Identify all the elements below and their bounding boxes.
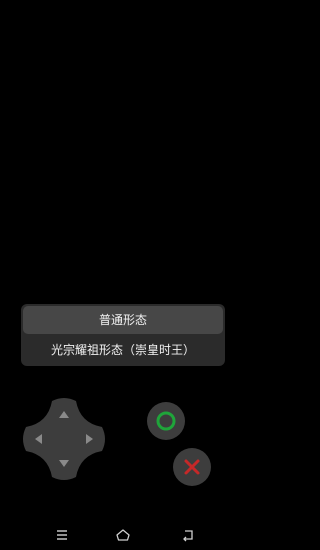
cross-button[interactable] [173, 448, 211, 486]
dpad-down-icon[interactable] [59, 460, 69, 467]
dpad[interactable] [22, 397, 106, 481]
menu-item-glory-form[interactable]: 光宗耀祖形态（崇皇时王） [21, 335, 225, 366]
dpad-right-icon[interactable] [86, 434, 93, 444]
cross-icon [184, 459, 200, 475]
nav-back-button[interactable] [180, 527, 196, 543]
circle-button[interactable] [147, 402, 185, 440]
system-nav-bar [0, 520, 246, 550]
home-icon [116, 529, 130, 541]
game-screen: 普通形态 光宗耀祖形态（崇皇时王） [0, 0, 246, 550]
circle-icon [156, 411, 176, 431]
menu-item-normal-form[interactable]: 普通形态 [23, 306, 223, 334]
menu-icon [57, 530, 67, 540]
back-icon [183, 530, 193, 542]
form-select-menu: 普通形态 光宗耀祖形态（崇皇时王） [21, 304, 225, 366]
dpad-left-icon[interactable] [35, 434, 42, 444]
nav-home-button[interactable] [115, 527, 131, 543]
dpad-up-icon[interactable] [59, 411, 69, 418]
nav-menu-button[interactable] [54, 527, 70, 543]
